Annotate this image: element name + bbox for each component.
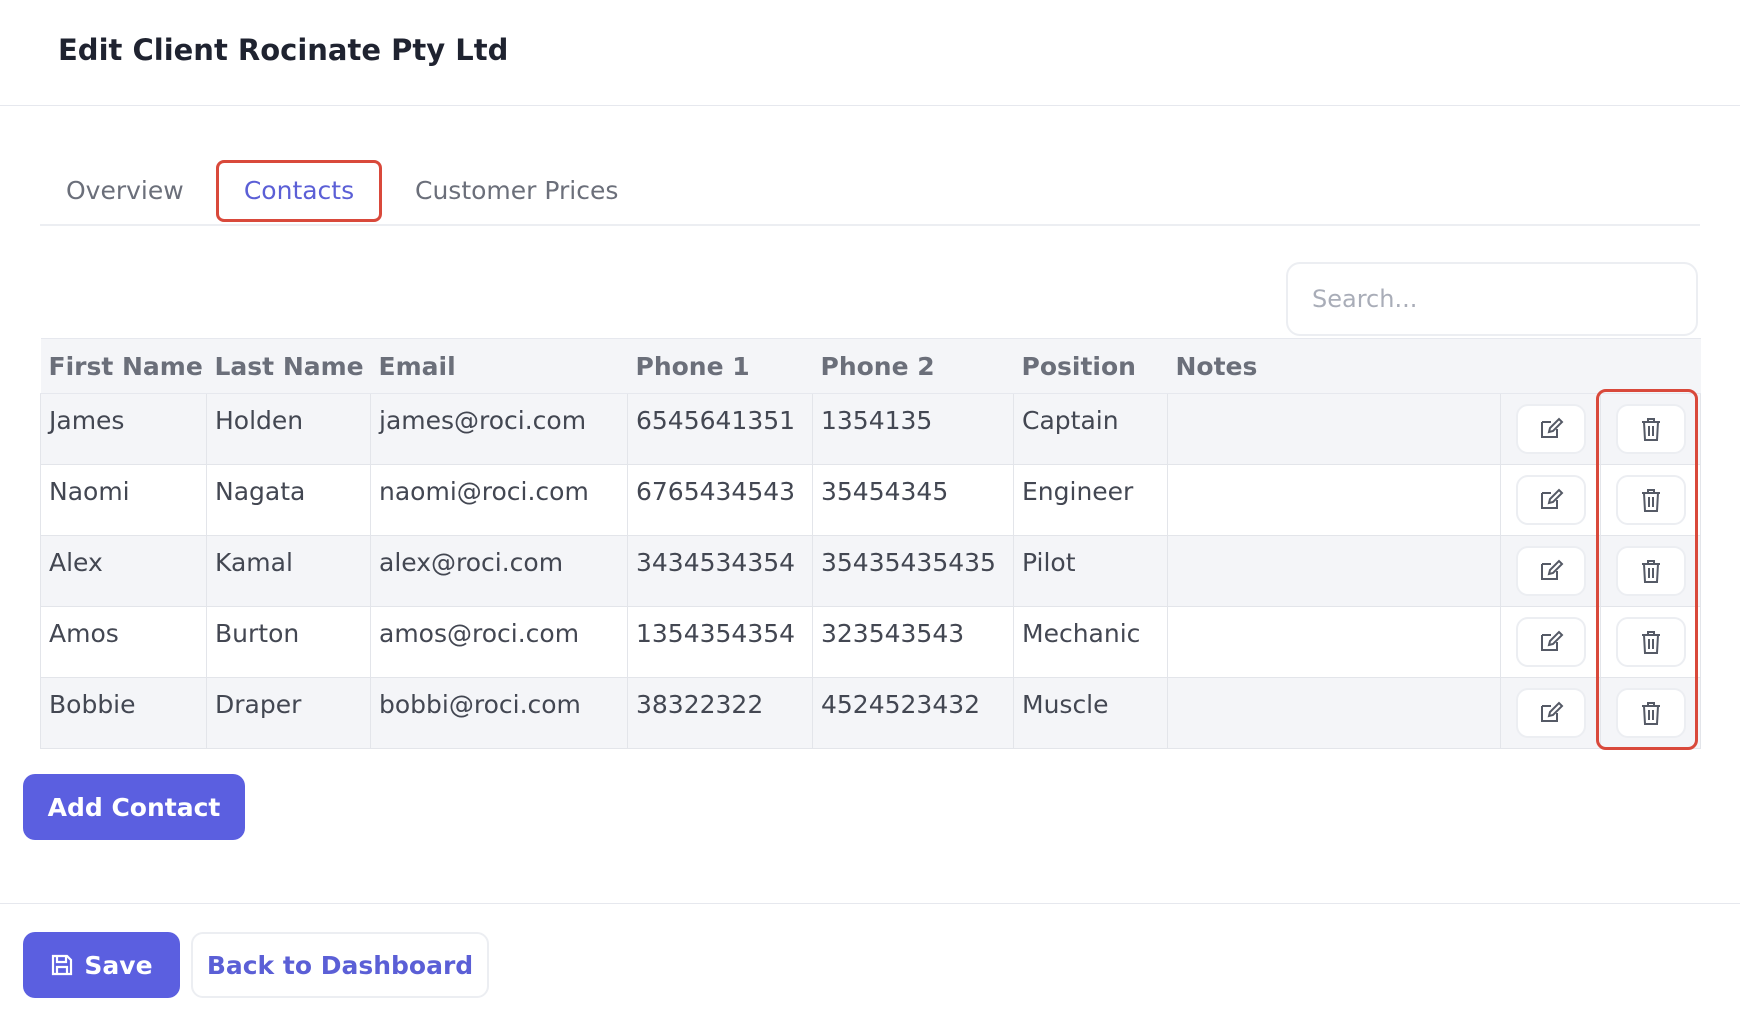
- trash-icon: [1641, 489, 1660, 512]
- trash-icon: [1641, 560, 1660, 583]
- cell-delete: [1600, 535, 1701, 607]
- cell-email: alex@roci.com: [370, 535, 628, 607]
- cell-phone1: 38322322: [627, 677, 813, 749]
- column-header-last-name[interactable]: Last Name: [206, 338, 371, 394]
- page-header: Edit Client Rocinate Pty Ltd: [0, 0, 1740, 106]
- tab-bar: Overview Contacts Customer Prices: [40, 160, 1700, 226]
- save-icon: [52, 954, 73, 976]
- cell-phone2: 323543543: [812, 606, 1014, 678]
- tab-customer-prices[interactable]: Customer Prices: [415, 160, 655, 222]
- delete-button[interactable]: [1615, 546, 1686, 596]
- cell-email: bobbi@roci.com: [370, 677, 628, 749]
- delete-button[interactable]: [1615, 688, 1686, 738]
- edit-icon: [1540, 417, 1563, 438]
- column-header-delete: [1600, 338, 1701, 394]
- cell-phone2: 4524523432: [812, 677, 1014, 749]
- edit-button[interactable]: [1515, 617, 1586, 667]
- table-row: Bobbie Draper bobbi@roci.com 38322322 45…: [40, 677, 1701, 749]
- cell-email: amos@roci.com: [370, 606, 628, 678]
- cell-phone2: 1354135: [812, 393, 1014, 465]
- cell-notes: [1167, 393, 1501, 465]
- cell-phone1: 3434534354: [627, 535, 813, 607]
- cell-position: Muscle: [1013, 677, 1168, 749]
- cell-first-name: James: [40, 393, 207, 465]
- table-row: Alex Kamal alex@roci.com 3434534354 3543…: [40, 535, 1701, 607]
- edit-button[interactable]: [1515, 546, 1586, 596]
- cell-position: Pilot: [1013, 535, 1168, 607]
- trash-icon: [1641, 418, 1660, 441]
- cell-first-name: Naomi: [40, 464, 207, 536]
- cell-last-name: Nagata: [206, 464, 371, 536]
- tab-overview[interactable]: Overview: [66, 160, 216, 222]
- edit-icon: [1540, 701, 1563, 722]
- cell-first-name: Amos: [40, 606, 207, 678]
- cell-delete: [1600, 464, 1701, 536]
- save-button-label: Save: [84, 950, 153, 980]
- cell-phone2: 35435435435: [812, 535, 1014, 607]
- table-header-row: First Name Last Name Email Phone 1 Phone…: [40, 338, 1701, 394]
- table-row: Amos Burton amos@roci.com 1354354354 323…: [40, 606, 1701, 678]
- cell-edit: [1500, 464, 1601, 536]
- cell-notes: [1167, 535, 1501, 607]
- cell-delete: [1600, 606, 1701, 678]
- page-title: Edit Client Rocinate Pty Ltd: [58, 33, 509, 67]
- cell-phone1: 6545641351: [627, 393, 813, 465]
- cell-edit: [1500, 677, 1601, 749]
- delete-button[interactable]: [1615, 617, 1686, 667]
- tab-contacts[interactable]: Contacts: [216, 160, 382, 222]
- footer-bar: Save Back to Dashboard: [0, 903, 1740, 1020]
- edit-icon: [1540, 559, 1563, 580]
- add-contact-button[interactable]: Add Contact: [23, 774, 245, 840]
- cell-email: james@roci.com: [370, 393, 628, 465]
- delete-button[interactable]: [1615, 475, 1686, 525]
- contacts-table: First Name Last Name Email Phone 1 Phone…: [40, 338, 1701, 749]
- cell-last-name: Holden: [206, 393, 371, 465]
- cell-position: Captain: [1013, 393, 1168, 465]
- back-to-dashboard-button[interactable]: Back to Dashboard: [191, 932, 489, 998]
- edit-button[interactable]: [1515, 404, 1586, 454]
- table-row: James Holden james@roci.com 6545641351 1…: [40, 393, 1701, 465]
- column-header-notes[interactable]: Notes: [1167, 338, 1501, 394]
- column-header-phone1[interactable]: Phone 1: [627, 338, 813, 394]
- edit-button[interactable]: [1515, 688, 1586, 738]
- column-header-position[interactable]: Position: [1013, 338, 1168, 394]
- cell-last-name: Draper: [206, 677, 371, 749]
- table-row: Naomi Nagata naomi@roci.com 6765434543 3…: [40, 464, 1701, 536]
- cell-last-name: Burton: [206, 606, 371, 678]
- cell-position: Engineer: [1013, 464, 1168, 536]
- column-header-phone2[interactable]: Phone 2: [812, 338, 1014, 394]
- cell-edit: [1500, 606, 1601, 678]
- trash-icon: [1641, 631, 1660, 654]
- cell-notes: [1167, 464, 1501, 536]
- column-header-email[interactable]: Email: [370, 338, 628, 394]
- cell-first-name: Bobbie: [40, 677, 207, 749]
- search-input[interactable]: [1286, 262, 1698, 336]
- column-header-first-name[interactable]: First Name: [40, 338, 207, 394]
- cell-phone2: 35454345: [812, 464, 1014, 536]
- cell-delete: [1600, 393, 1701, 465]
- column-header-edit: [1500, 338, 1601, 394]
- cell-notes: [1167, 606, 1501, 678]
- cell-first-name: Alex: [40, 535, 207, 607]
- cell-last-name: Kamal: [206, 535, 371, 607]
- cell-phone1: 6765434543: [627, 464, 813, 536]
- cell-edit: [1500, 393, 1601, 465]
- trash-icon: [1641, 702, 1660, 725]
- edit-button[interactable]: [1515, 475, 1586, 525]
- cell-notes: [1167, 677, 1501, 749]
- cell-delete: [1600, 677, 1701, 749]
- cell-email: naomi@roci.com: [370, 464, 628, 536]
- cell-edit: [1500, 535, 1601, 607]
- save-button[interactable]: Save: [23, 932, 180, 998]
- cell-phone1: 1354354354: [627, 606, 813, 678]
- edit-icon: [1540, 630, 1563, 651]
- edit-icon: [1540, 488, 1563, 509]
- delete-button[interactable]: [1615, 404, 1686, 454]
- cell-position: Mechanic: [1013, 606, 1168, 678]
